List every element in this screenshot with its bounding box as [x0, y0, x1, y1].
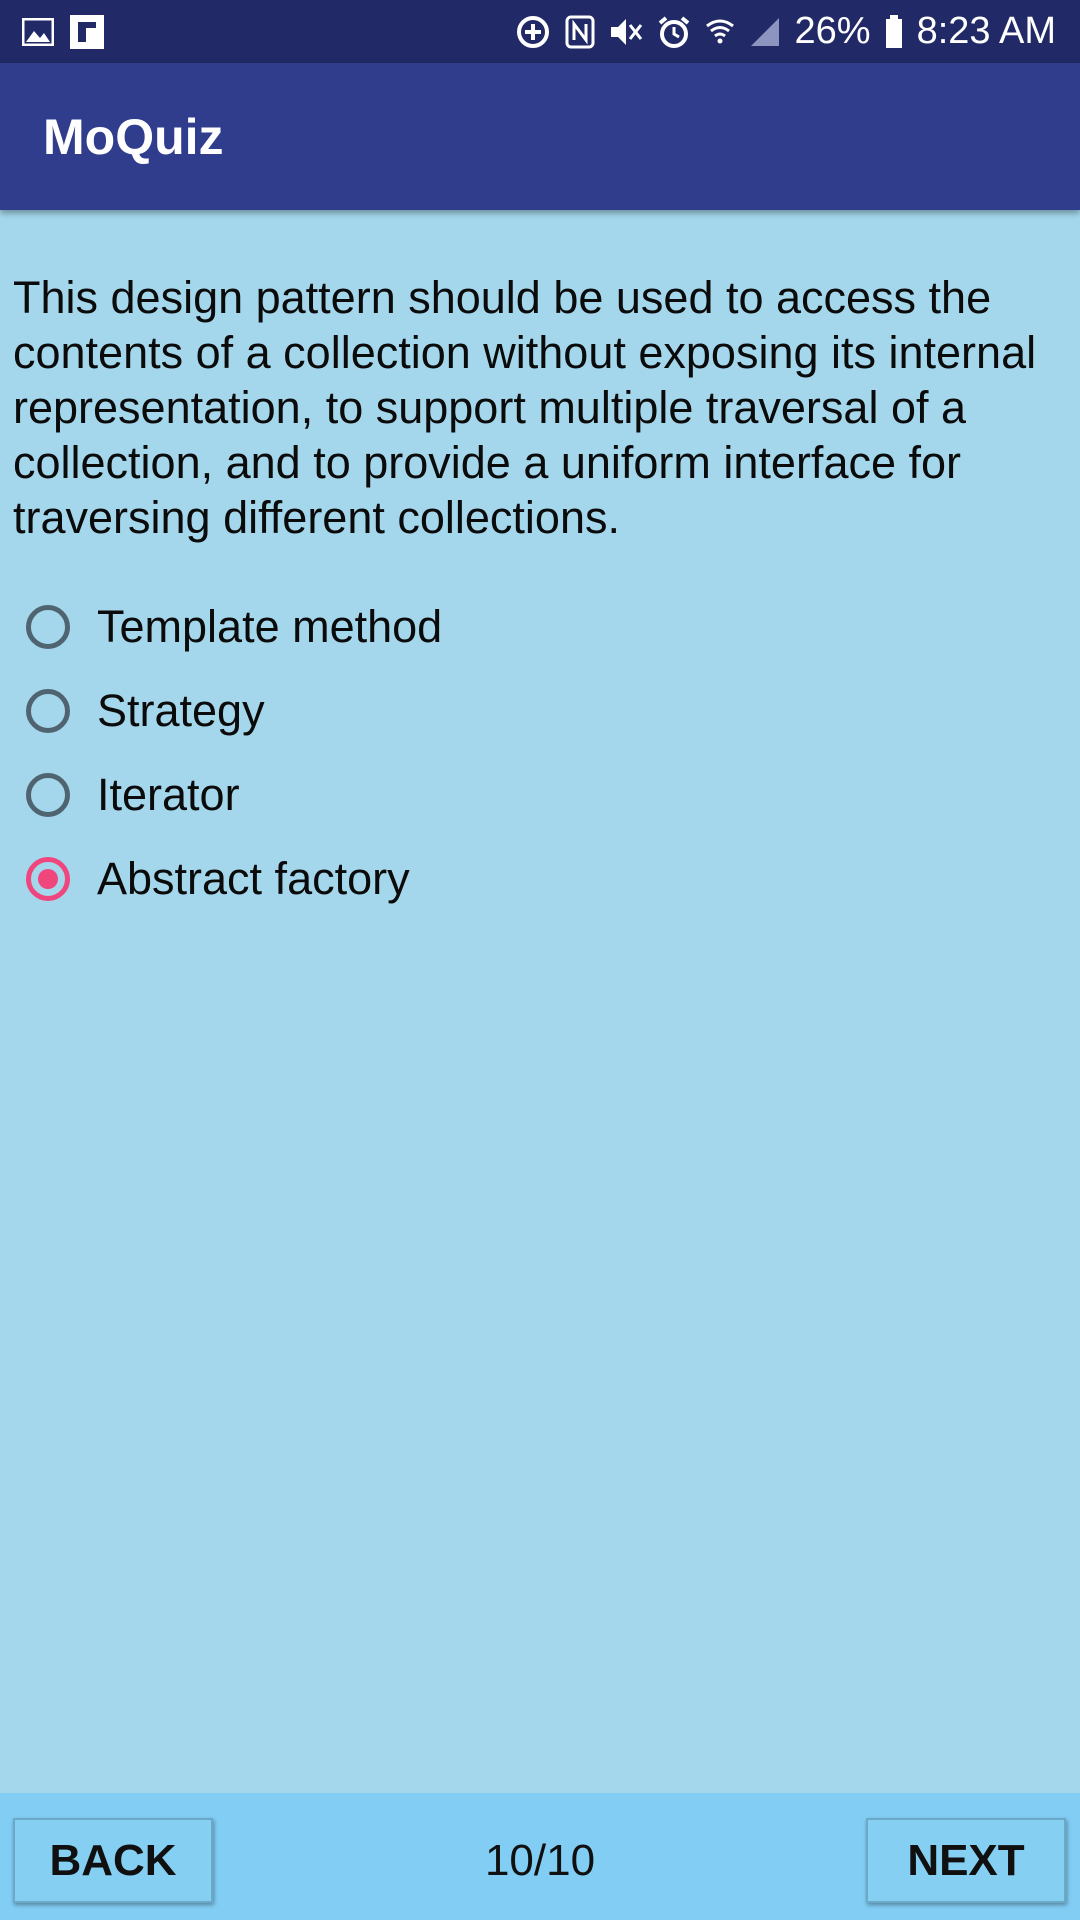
status-time: 8:23 AM: [916, 10, 1056, 52]
option-strategy[interactable]: Strategy: [26, 669, 1026, 753]
battery-icon: [885, 14, 903, 49]
radio-button[interactable]: [26, 857, 70, 901]
option-label: Abstract factory: [97, 853, 410, 904]
question-text: This design pattern should be used to ac…: [13, 272, 1037, 543]
radio-button[interactable]: [26, 689, 70, 733]
option-template-method[interactable]: Template method: [26, 585, 1026, 669]
bottom-nav-bar: BACK 10/10 NEXT: [0, 1793, 1080, 1920]
wifi-icon: [705, 16, 735, 48]
option-iterator[interactable]: Iterator: [26, 753, 1026, 837]
signal-icon: [749, 16, 781, 48]
back-button[interactable]: BACK: [13, 1818, 213, 1903]
radio-button[interactable]: [26, 605, 70, 649]
data-saver-icon: [515, 14, 551, 50]
battery-percent: 26%: [794, 10, 871, 52]
option-label: Strategy: [97, 685, 265, 736]
radio-button[interactable]: [26, 773, 70, 817]
mute-icon: [609, 16, 643, 48]
status-bar: 26% 8:23 AM: [0, 0, 1080, 63]
option-abstract-factory[interactable]: Abstract factory: [26, 837, 1026, 921]
status-bar-right: 26% 8:23 AM: [501, 10, 1056, 53]
flipboard-icon: [70, 14, 104, 49]
option-label: Template method: [97, 601, 443, 652]
app-title: MoQuiz: [43, 108, 224, 165]
option-label: Iterator: [97, 769, 240, 820]
gallery-icon: [22, 17, 54, 46]
app-bar: MoQuiz: [0, 63, 1080, 210]
status-bar-left: [22, 14, 120, 49]
alarm-icon: [657, 15, 691, 49]
next-button[interactable]: NEXT: [866, 1818, 1066, 1903]
nfc-icon: [565, 15, 595, 49]
answer-options: Template method Strategy Iterator Abstra…: [26, 585, 1026, 921]
